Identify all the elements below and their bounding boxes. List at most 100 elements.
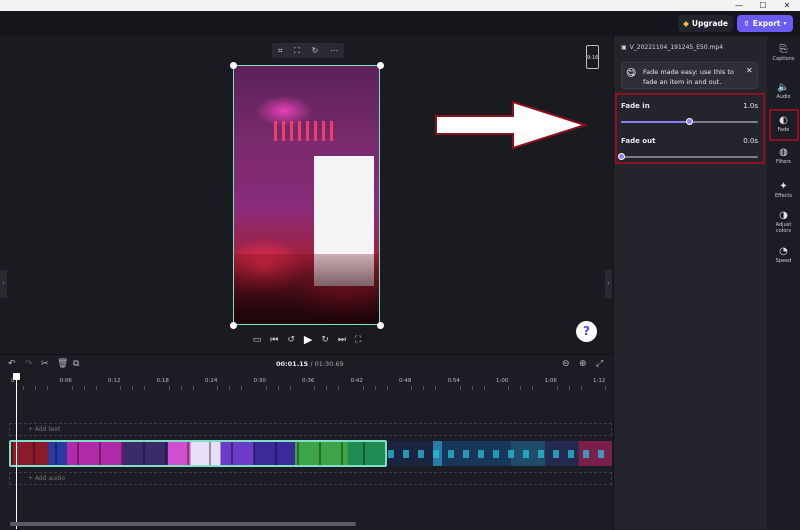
export-label: Export <box>752 19 781 28</box>
ruler-tick <box>83 386 85 390</box>
ruler-label: 0:24 <box>205 378 218 384</box>
left-panel-collapse[interactable]: ‹ <box>0 270 7 298</box>
file-name-row: ▣ V_20221104_191245_E50.mp4 <box>621 44 723 51</box>
right-panel-collapse[interactable]: › <box>605 270 612 298</box>
speaker-icon: 🔈 <box>777 82 790 93</box>
detach-audio-icon[interactable]: ⧉ <box>73 359 79 369</box>
aspect-ratio-button[interactable]: 9:16 <box>586 45 599 69</box>
zoom-in-icon[interactable]: ⊕ <box>579 359 587 369</box>
ruler-label: 0:18 <box>156 378 169 384</box>
rail-item-effects[interactable]: ✦ Effects <box>768 181 799 199</box>
crowd-silhouette <box>234 254 379 324</box>
playhead-line[interactable] <box>16 374 17 529</box>
ruler-tick <box>362 386 364 390</box>
ruler-tick <box>120 386 122 390</box>
resize-handle-top-right[interactable] <box>377 62 384 69</box>
minimize-icon[interactable]: — <box>728 0 750 11</box>
captions-toggle-icon[interactable]: ▭ <box>253 335 262 345</box>
selected-video-clip[interactable] <box>9 440 387 467</box>
fade-tip-box: 😋 Fade made easy: use this to fade an it… <box>621 62 758 89</box>
ruler-tick <box>229 386 231 390</box>
ruler-tick <box>556 386 558 390</box>
ruler-tick <box>95 386 97 390</box>
fade-out-slider-track[interactable] <box>621 156 758 158</box>
playhead-handle[interactable] <box>13 373 20 380</box>
fit-icon[interactable]: ⛶ <box>294 46 300 56</box>
ruler-tick <box>605 386 607 390</box>
add-audio-label: + Add audio <box>28 475 66 482</box>
rotate-icon[interactable]: ↻ <box>312 46 319 55</box>
fade-in-slider-knob[interactable] <box>686 118 693 125</box>
fade-in-slider-fill <box>621 121 690 123</box>
rail-item-audio[interactable]: 🔈 Audio <box>768 82 799 100</box>
export-button[interactable]: ⇧ Export ▾ <box>737 15 793 32</box>
stage-lights <box>274 121 334 141</box>
ruler-tick <box>35 386 37 390</box>
ruler-tick <box>520 386 522 390</box>
ruler-tick <box>192 386 194 390</box>
crop-icon[interactable]: ⌗ <box>278 46 283 56</box>
ruler-label: 0:30 <box>253 378 266 384</box>
total-time: / 01:30.69 <box>310 360 344 368</box>
fade-out-label: Fade out <box>621 137 656 145</box>
ruler-label: 1:06 <box>544 378 557 384</box>
ruler-label: 0:54 <box>447 378 460 384</box>
filters-icon: ◍ <box>779 147 788 158</box>
ruler-label: 0:06 <box>59 378 72 384</box>
resize-handle-bottom-left[interactable] <box>230 322 237 329</box>
skip-forward-icon[interactable]: ⏭ <box>338 335 346 345</box>
rail-item-filters[interactable]: ◍ Filters <box>768 147 799 165</box>
resize-handle-top-left[interactable] <box>230 62 237 69</box>
fullscreen-icon[interactable]: ⛶ <box>355 335 361 345</box>
help-button[interactable]: ? <box>576 321 597 342</box>
skip-back-icon[interactable]: ⏮ <box>270 335 278 345</box>
chevron-down-icon: ▾ <box>783 20 787 27</box>
resize-handle-bottom-right[interactable] <box>377 322 384 329</box>
ruler-tick <box>47 386 49 390</box>
redo-icon[interactable]: ↷ <box>25 359 33 369</box>
ruler-tick <box>217 386 219 390</box>
zoom-out-icon[interactable]: ⊖ <box>562 359 570 369</box>
ruler-tick <box>314 386 316 390</box>
close-icon[interactable]: ✕ <box>746 66 753 75</box>
maximize-icon[interactable]: ☐ <box>752 0 774 11</box>
video-clip[interactable] <box>388 441 612 466</box>
split-icon[interactable]: ✂ <box>41 359 49 369</box>
file-name: V_20221104_191245_E50.mp4 <box>629 44 724 51</box>
annotation-arrow <box>435 100 587 150</box>
adjust-colors-icon: ◑ <box>779 210 788 221</box>
rail-item-speed[interactable]: ◔ Speed <box>768 246 799 264</box>
more-icon[interactable]: ⋯ <box>330 46 338 55</box>
ruler-tick <box>386 386 388 390</box>
fade-out-value: 0.0s <box>743 137 758 145</box>
tip-line-2: fade an item in and out. <box>643 78 722 86</box>
fit-timeline-icon[interactable]: ⤢ <box>596 359 603 369</box>
delete-icon[interactable]: 🗑 <box>57 359 68 369</box>
clip-thumbnails <box>388 450 612 458</box>
play-icon[interactable]: ▶ <box>304 333 312 346</box>
ruler-tick <box>580 386 582 390</box>
rail-item-adjust-colors[interactable]: ◑ Adjust colors <box>768 210 799 234</box>
ruler-tick <box>241 386 243 390</box>
ruler-tick <box>483 386 485 390</box>
tip-line-1: Fade made easy: use this to <box>643 68 734 76</box>
ruler-tick <box>326 386 328 390</box>
timeline-scrollbar[interactable] <box>10 522 356 526</box>
close-window-icon[interactable]: ✕ <box>776 0 798 11</box>
fade-rail-highlight <box>769 109 799 141</box>
forward-5-icon[interactable]: ↻ <box>321 335 329 345</box>
add-text-label: + Add text <box>28 426 61 433</box>
add-text-track[interactable]: + Add text <box>9 423 612 436</box>
ruler-tick <box>435 386 437 390</box>
fade-out-slider-knob[interactable] <box>617 153 625 160</box>
add-audio-track[interactable]: + Add audio <box>9 472 612 485</box>
rail-label-audio: Audio <box>776 94 791 100</box>
playback-controls: ▭ ⏮ ↺ ▶ ↻ ⏭ ⛶ <box>244 333 370 346</box>
undo-icon[interactable]: ↶ <box>8 359 16 369</box>
rewind-5-icon[interactable]: ↺ <box>287 335 295 345</box>
upgrade-button[interactable]: ◆ Upgrade <box>678 15 733 32</box>
rail-item-captions[interactable]: ⎘ Captions <box>768 44 799 62</box>
ruler-tick <box>180 386 182 390</box>
video-frame[interactable] <box>233 65 380 325</box>
rail-label-filters: Filters <box>776 159 791 165</box>
